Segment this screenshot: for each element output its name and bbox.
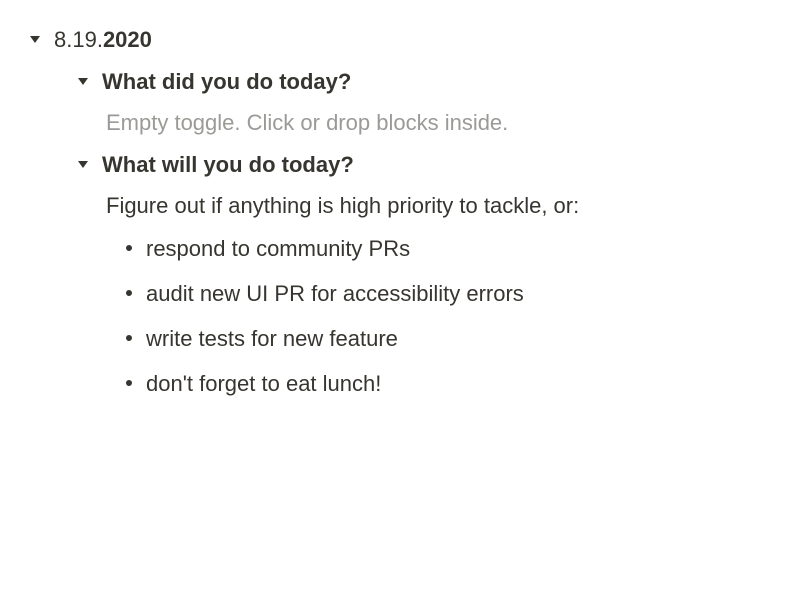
- bullet-icon: [126, 290, 132, 296]
- did-today-children[interactable]: Empty toggle. Click or drop blocks insid…: [106, 102, 776, 143]
- list-item: audit new UI PR for accessibility errors: [106, 271, 776, 316]
- chevron-down-icon[interactable]: [24, 28, 46, 50]
- list-item-text: respond to community PRs: [146, 232, 776, 265]
- list-item: don't forget to eat lunch!: [106, 361, 776, 406]
- will-today-toggle[interactable]: What will you do today?: [72, 143, 776, 185]
- date-toggle[interactable]: 8.19.2020: [24, 18, 776, 60]
- date-prefix: 8.19.: [54, 27, 103, 52]
- will-today-children: Figure out if anything is high priority …: [106, 185, 776, 406]
- chevron-down-icon[interactable]: [72, 70, 94, 92]
- bullet-icon: [126, 380, 132, 386]
- will-today-heading: What will you do today?: [102, 147, 354, 181]
- date-year: 2020: [103, 27, 152, 52]
- did-today-toggle[interactable]: What did you do today?: [72, 60, 776, 102]
- did-today-heading: What did you do today?: [102, 64, 351, 98]
- empty-toggle-placeholder[interactable]: Empty toggle. Click or drop blocks insid…: [106, 102, 776, 143]
- date-label: 8.19.2020: [54, 22, 152, 56]
- will-today-bullets: respond to community PRs audit new UI PR…: [106, 226, 776, 406]
- list-item: write tests for new feature: [106, 316, 776, 361]
- list-item-text: don't forget to eat lunch!: [146, 367, 776, 400]
- will-today-intro: Figure out if anything is high priority …: [106, 185, 776, 226]
- list-item-text: write tests for new feature: [146, 322, 776, 355]
- bullet-icon: [126, 335, 132, 341]
- list-item: respond to community PRs: [106, 226, 776, 271]
- date-children: What did you do today? Empty toggle. Cli…: [72, 60, 776, 406]
- chevron-down-icon[interactable]: [72, 153, 94, 175]
- list-item-text: audit new UI PR for accessibility errors: [146, 277, 776, 310]
- bullet-icon: [126, 245, 132, 251]
